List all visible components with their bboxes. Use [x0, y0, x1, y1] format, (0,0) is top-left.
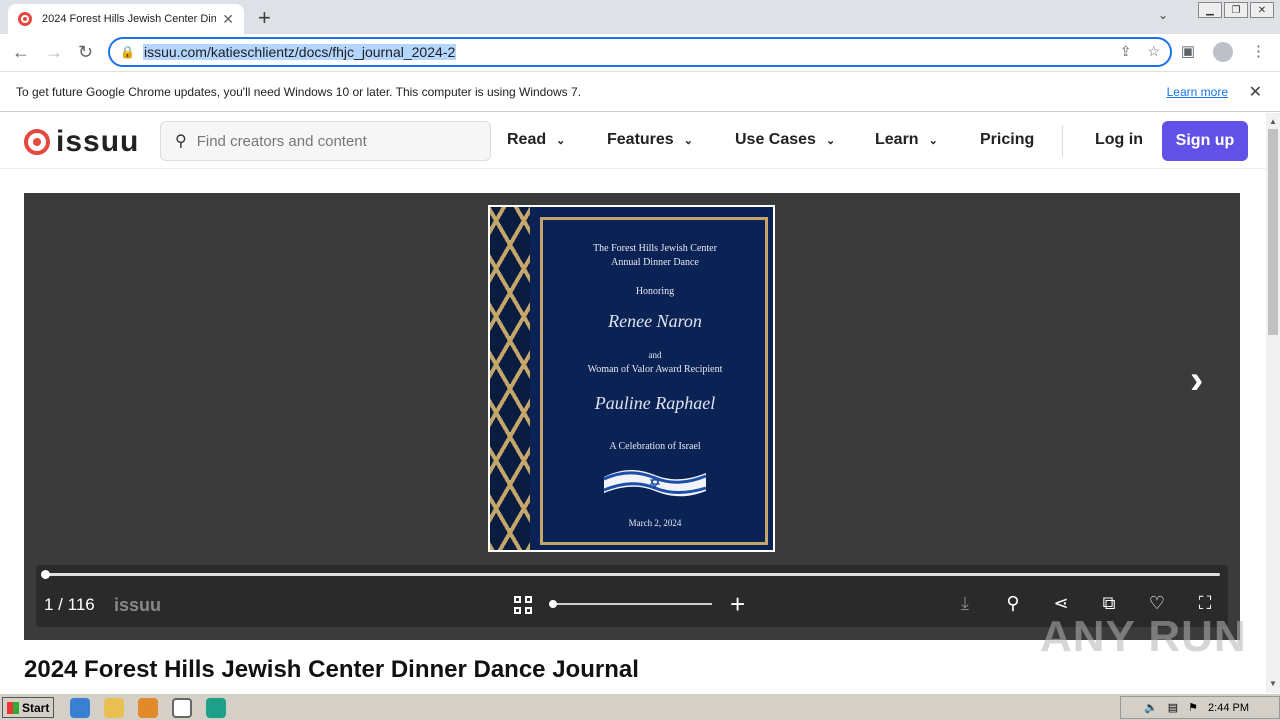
progress-knob[interactable] [41, 570, 50, 579]
window-controls: ▁ ❐ ✕ [1198, 2, 1274, 18]
chevron-down-icon: ⌄ [683, 134, 693, 147]
scroll-up-icon[interactable]: ▲ [1269, 117, 1277, 126]
update-infobar: To get future Google Chrome updates, you… [0, 72, 1280, 112]
page-celebration: A Celebration of Israel [609, 441, 701, 452]
forward-arrow-icon[interactable]: → [45, 42, 63, 63]
nav-use-cases-label: Use Cases [735, 131, 816, 148]
tab-search-chevron-icon[interactable]: ⌄ [1158, 8, 1168, 22]
browser-toolbar: ← → ↻ 🔒 issuu.com/katieschlientz/docs/fh… [0, 34, 1280, 72]
network-icon[interactable]: ▤ [1168, 701, 1178, 714]
nav-read[interactable]: Read ⌄ [507, 131, 565, 149]
nav-pricing[interactable]: Pricing [980, 131, 1034, 149]
edge-icon[interactable] [206, 698, 226, 718]
volume-icon[interactable]: 🔈 [1144, 701, 1158, 714]
page-line-2: Annual Dinner Dance [611, 257, 699, 268]
back-arrow-icon[interactable]: ← [12, 42, 30, 63]
page-line-1: The Forest Hills Jewish Center [593, 243, 717, 254]
signup-button[interactable]: Sign up [1162, 121, 1248, 161]
scroll-down-icon[interactable]: ▼ [1269, 679, 1277, 688]
minimize-button[interactable]: ▁ [1198, 2, 1222, 18]
issuu-logo-icon [24, 129, 50, 155]
zoom-knob[interactable] [549, 600, 557, 608]
tab-strip: 2024 Forest Hills Jewish Center Dinn ✕ +… [0, 0, 1280, 34]
page-honoring: Honoring [635, 286, 675, 297]
tab-title: 2024 Forest Hills Jewish Center Dinn [42, 13, 217, 25]
chrome-taskbar-icon[interactable] [172, 698, 192, 718]
zoom-in-icon[interactable]: + [730, 589, 745, 620]
page-award: Woman of Valor Award Recipient [587, 364, 723, 375]
share-document-icon[interactable]: ⋖ [1052, 593, 1070, 614]
nav-features-label: Features [607, 131, 674, 148]
download-icon[interactable]: ⤓ [956, 593, 974, 614]
explorer-folder-icon[interactable] [104, 698, 124, 718]
page-counter: 1 / 116 [44, 595, 95, 614]
clock[interactable]: 2:44 PM [1208, 702, 1249, 714]
url-text[interactable]: issuu.com/katieschlientz/docs/fhjc_journ… [142, 44, 457, 60]
document-viewer: The Forest Hills Jewish Center Annual Di… [24, 193, 1240, 640]
site-header: issuu ⚲ Read ⌄ Features ⌄ Use Cases ⌄ Le… [0, 113, 1266, 169]
page-date: March 2, 2024 [628, 518, 682, 528]
fullscreen-icon[interactable]: ⛶ [1196, 593, 1214, 614]
page-progress-slider[interactable] [41, 570, 1220, 579]
start-button[interactable]: Start [2, 697, 54, 718]
page-scrollbar[interactable]: ▲ ▼ [1266, 113, 1280, 693]
header-divider [1062, 125, 1063, 157]
chevron-down-icon: ⌄ [556, 134, 566, 147]
nav-read-label: Read [507, 131, 547, 148]
embed-icon[interactable]: ⧉ [1100, 593, 1118, 614]
issuu-logo[interactable]: issuu [24, 125, 139, 159]
nav-learn[interactable]: Learn ⌄ [875, 131, 938, 149]
scroll-thumb[interactable] [1268, 129, 1278, 335]
issuu-watermark-logo: issuu [114, 595, 162, 615]
gold-lattice-border [490, 207, 530, 550]
window-close-button[interactable]: ✕ [1250, 2, 1274, 18]
action-center-flag-icon[interactable]: ⚑ [1188, 701, 1198, 714]
search-icon: ⚲ [175, 133, 187, 150]
windows-flag-icon [7, 701, 19, 714]
next-page-chevron-icon[interactable]: › [1190, 358, 1203, 403]
share-icon[interactable]: ⇪ [1120, 43, 1132, 60]
logo-text: issuu [56, 125, 140, 158]
start-label: Start [22, 700, 50, 715]
grid-view-icon[interactable] [514, 596, 532, 614]
nav-features[interactable]: Features ⌄ [607, 131, 693, 149]
login-link[interactable]: Log in [1095, 131, 1143, 149]
ie-icon[interactable] [70, 698, 90, 718]
restore-button[interactable]: ❐ [1224, 2, 1248, 18]
chrome-menu-icon[interactable]: ⋮ [1251, 42, 1266, 62]
anyrun-watermark: ANY RUN [1040, 612, 1247, 661]
system-tray: 🔈 ▤ ⚑ 2:44 PM [1120, 696, 1280, 719]
reload-icon[interactable]: ↻ [78, 42, 93, 63]
lock-icon[interactable]: 🔒 [120, 45, 135, 59]
address-bar[interactable]: 🔒 issuu.com/katieschlientz/docs/fhjc_jou… [108, 37, 1172, 67]
zoom-slider[interactable] [549, 600, 712, 608]
page-honoree-2: Pauline Raphael [594, 393, 716, 413]
page-honoree-1: Renee Naron [608, 311, 702, 331]
side-panel-icon[interactable]: ▣ [1181, 42, 1195, 62]
like-heart-icon[interactable]: ♡ [1148, 593, 1166, 614]
new-tab-button[interactable]: + [258, 5, 271, 31]
document-title: 2024 Forest Hills Jewish Center Dinner D… [24, 656, 639, 683]
infobar-message: To get future Google Chrome updates, you… [16, 84, 582, 99]
page-and: and [648, 350, 662, 360]
profile-avatar-icon[interactable] [1213, 42, 1233, 62]
israel-flag-icon [603, 470, 707, 497]
nav-learn-label: Learn [875, 131, 919, 148]
media-player-icon[interactable] [138, 698, 158, 718]
search-box[interactable]: ⚲ [160, 121, 491, 161]
close-tab-icon[interactable]: ✕ [222, 11, 234, 28]
search-input[interactable] [196, 132, 457, 150]
issuu-favicon-icon [18, 12, 32, 26]
learn-more-link[interactable]: Learn more [1167, 85, 1228, 99]
infobar-close-icon[interactable]: ✕ [1249, 82, 1262, 102]
chevron-down-icon: ⌄ [928, 134, 938, 147]
windows-taskbar: Start 🔈 ▤ ⚑ 2:44 PM [0, 693, 1280, 720]
chevron-down-icon: ⌄ [825, 134, 836, 147]
nav-pricing-label: Pricing [980, 131, 1035, 148]
search-document-icon[interactable]: ⚲ [1004, 593, 1022, 614]
bookmark-star-icon[interactable]: ☆ [1147, 43, 1160, 60]
document-page[interactable]: The Forest Hills Jewish Center Annual Di… [488, 205, 775, 552]
nav-use-cases[interactable]: Use Cases ⌄ [735, 131, 835, 149]
browser-tab[interactable]: 2024 Forest Hills Jewish Center Dinn ✕ [8, 4, 244, 34]
